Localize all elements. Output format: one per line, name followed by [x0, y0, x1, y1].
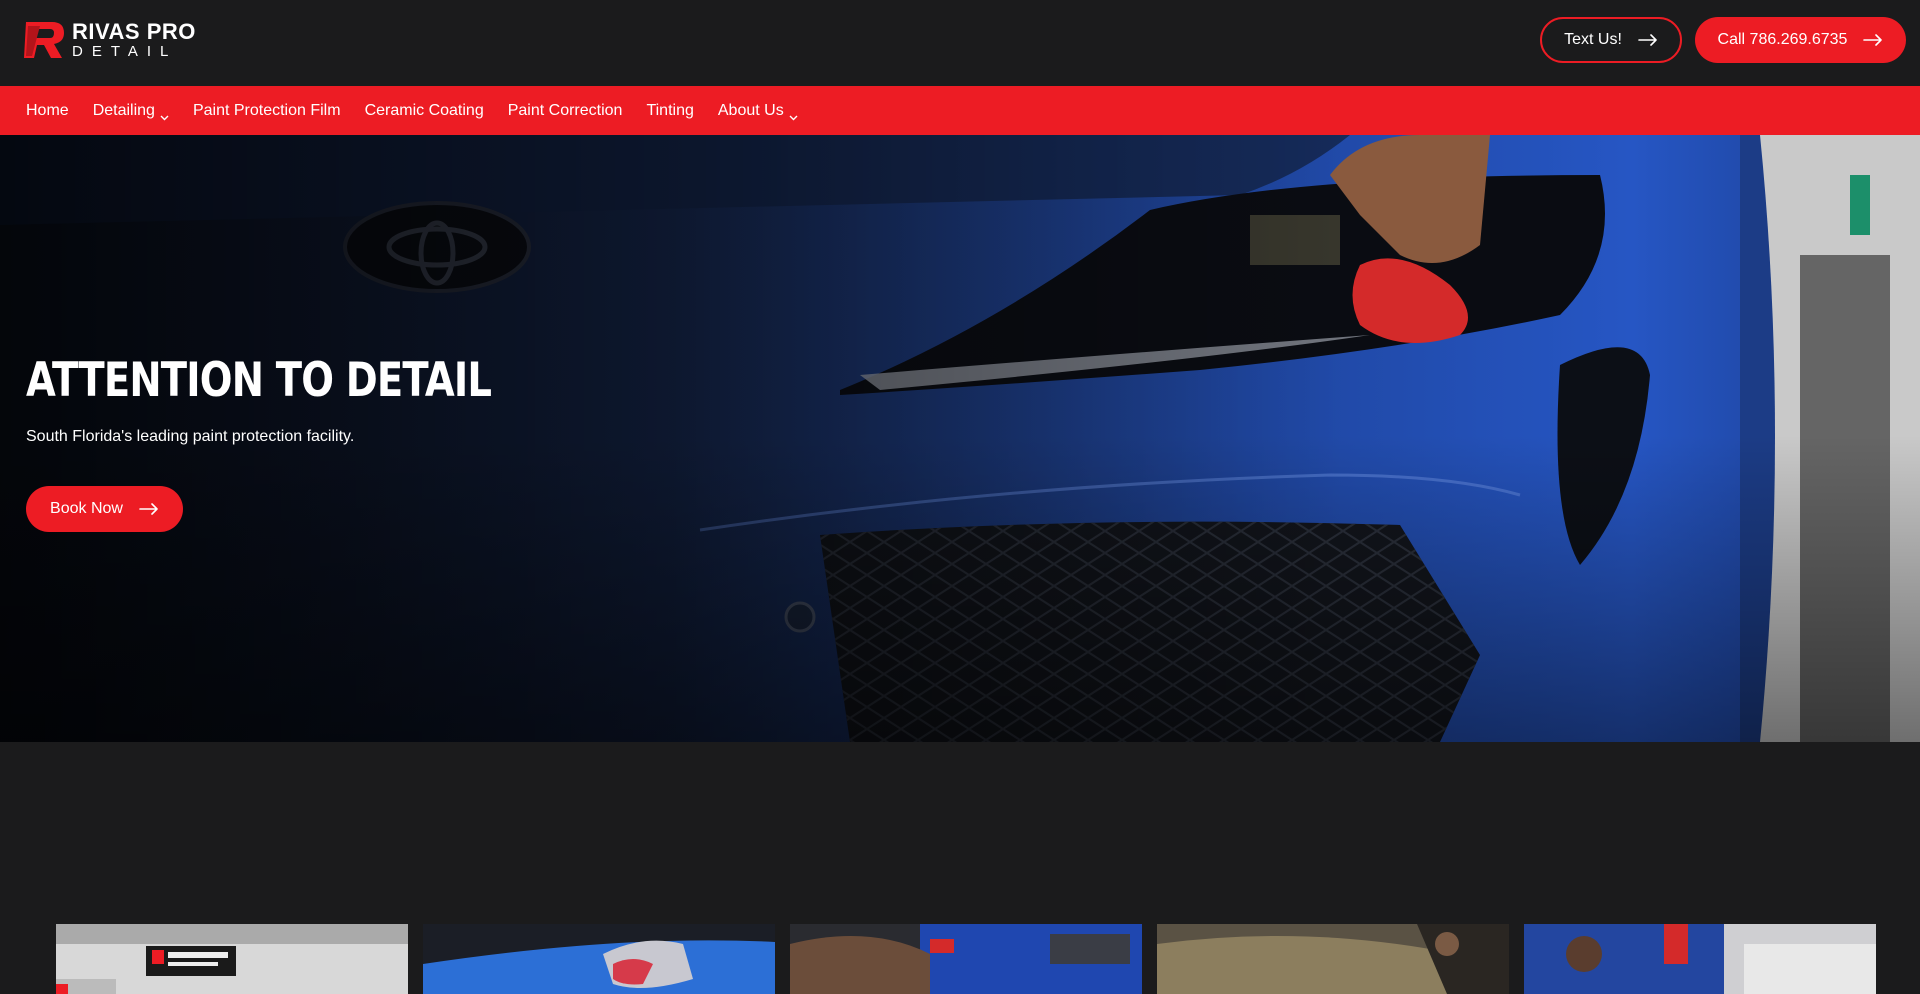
text-us-label: Text Us!: [1564, 31, 1622, 48]
logo-r-icon: [24, 20, 68, 60]
gallery-thumb-polishing[interactable]: [1524, 924, 1876, 994]
nav-item-tinting[interactable]: Tinting: [646, 102, 693, 120]
hero-subtitle: South Florida's leading paint protection…: [26, 428, 355, 445]
call-label: Call 786.269.6735: [1717, 31, 1848, 48]
nav-item-ceramic-coating[interactable]: Ceramic Coating: [365, 102, 484, 120]
nav-item-home[interactable]: Home: [26, 102, 69, 120]
book-now-label: Book Now: [50, 500, 123, 517]
nav-item-about-us[interactable]: About Us: [718, 102, 798, 120]
nav-label: About Us: [717, 101, 784, 119]
nav-label: Paint Correction: [507, 101, 623, 119]
gallery-strip: [56, 924, 1878, 994]
site-logo[interactable]: RIVAS PRO DETAIL: [24, 20, 196, 60]
nav-label: Home: [26, 101, 69, 119]
logo-tagline: DETAIL: [72, 42, 178, 60]
gallery-thumb-technician[interactable]: [790, 924, 1142, 994]
logo-name: RIVAS PRO: [72, 18, 196, 44]
site-header: RIVAS PRO DETAIL Text Us! Call 786.269.6…: [0, 0, 1920, 86]
arrow-right-icon: [1863, 34, 1883, 46]
page: RIVAS PRO DETAIL Text Us! Call 786.269.6…: [0, 0, 1920, 994]
nav-item-paint-correction[interactable]: Paint Correction: [508, 102, 623, 120]
chevron-down-icon: [160, 108, 169, 120]
logo-text: RIVAS PRO DETAIL: [72, 18, 196, 60]
arrow-right-icon: [139, 503, 159, 515]
hero-title: ATTENTION TO DETAIL: [26, 353, 492, 408]
nav-item-detailing[interactable]: Detailing: [93, 102, 169, 120]
gallery-thumb-gold-car[interactable]: [1157, 924, 1509, 994]
main-nav: Home Detailing Paint Protection Film Cer…: [0, 86, 1920, 135]
text-us-button[interactable]: Text Us!: [1540, 17, 1682, 63]
nav-label: Paint Protection Film: [192, 101, 341, 119]
gallery-thumb-blue-car[interactable]: [423, 924, 775, 994]
call-button[interactable]: Call 786.269.6735: [1695, 17, 1906, 63]
nav-label: Detailing: [92, 101, 155, 119]
gallery-thumb-shop[interactable]: [56, 924, 408, 994]
arrow-right-icon: [1638, 34, 1658, 46]
nav-label: Ceramic Coating: [364, 101, 484, 119]
chevron-down-icon: [789, 108, 798, 120]
hero-section: ATTENTION TO DETAIL South Florida's lead…: [0, 135, 1920, 742]
nav-item-paint-protection-film[interactable]: Paint Protection Film: [193, 102, 341, 120]
book-now-button[interactable]: Book Now: [26, 486, 183, 532]
nav-label: Tinting: [646, 101, 694, 119]
